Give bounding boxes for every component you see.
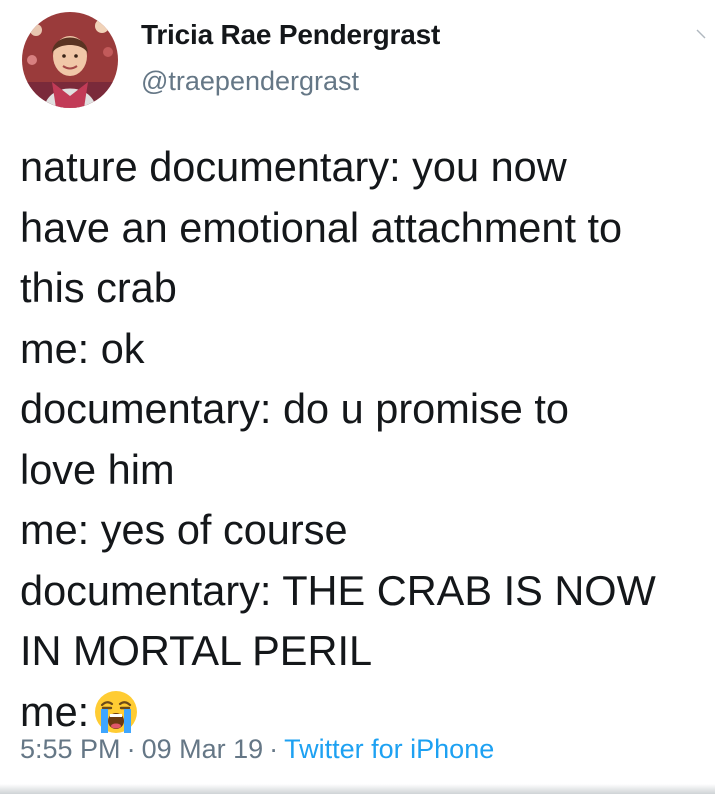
card-bottom-edge <box>0 784 715 794</box>
tweet-date[interactable]: 09 Mar 19 <box>142 734 264 764</box>
tweet-line: nature documentary: you now <box>20 143 567 190</box>
tweet-line: me: ok <box>20 324 145 372</box>
meta-separator: · <box>269 734 279 764</box>
tweet-line: me: yes of course <box>20 506 348 553</box>
author-name[interactable]: Tricia Rae Pendergrast <box>141 19 440 51</box>
tweet-line: documentary: do u promise to <box>20 385 570 432</box>
tweet-line: IN MORTAL PERIL <box>20 627 373 674</box>
loudly-crying-face-emoji <box>95 690 138 733</box>
chevron-down-icon[interactable] <box>695 28 707 40</box>
tweet-line: me: <box>20 687 90 735</box>
tweet-meta: 5:55 PM · 09 Mar 19 · Twitter for iPhone <box>20 734 494 765</box>
tweet-line: love him <box>20 445 175 493</box>
tweet-line: this crab <box>20 264 177 311</box>
tweet-line: documentary: THE CRAB IS NOW <box>20 566 656 614</box>
avatar[interactable] <box>22 12 118 108</box>
tweet-source-link[interactable]: Twitter for iPhone <box>284 734 494 764</box>
tweet-text: nature documentary: you now have an emot… <box>20 137 710 742</box>
tweet-line: have an emotional attachment to <box>20 203 623 251</box>
avatar-photo <box>22 12 118 108</box>
tweet-line-last: me: <box>20 682 710 743</box>
tweet-time[interactable]: 5:55 PM <box>20 734 121 764</box>
tweet-card: Tricia Rae Pendergrast @traependergrast … <box>0 0 715 794</box>
meta-separator: · <box>126 734 136 764</box>
author-handle[interactable]: @traependergrast <box>141 66 359 97</box>
